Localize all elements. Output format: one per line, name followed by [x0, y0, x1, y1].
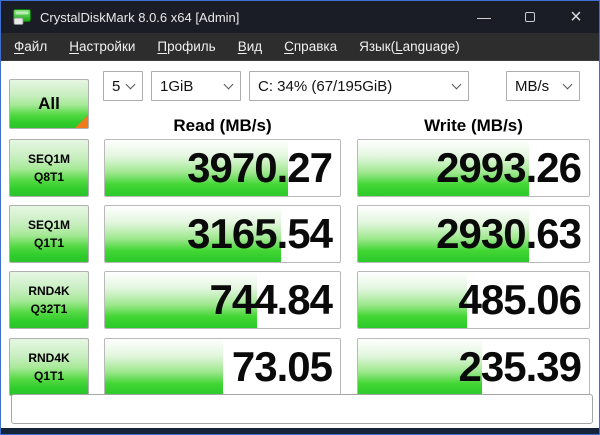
menu-language[interactable]: Язык(Language) — [348, 34, 471, 59]
window-title: CrystalDiskMark 8.0.6 x64 [Admin] — [40, 10, 461, 25]
corner-fold-icon — [75, 115, 88, 128]
result-cell-rnd4k-q1t1-write[interactable]: 235.39 — [357, 338, 590, 396]
menu-bar: Файл Настройки Профиль Вид Справка Язык(… — [1, 33, 599, 61]
test-button-rnd4k-q32t1[interactable]: RND4K Q32T1 — [9, 271, 89, 329]
score-value: 3970.27 — [187, 140, 332, 196]
chevron-down-icon — [224, 80, 234, 90]
maximize-icon — [525, 12, 535, 22]
test-button-seq1m-q8t1[interactable]: SEQ1M Q8T1 — [9, 139, 89, 197]
read-column-header: Read (MB/s) — [104, 113, 341, 139]
main-content: All 5 1GiB C: 34% (67/195GiB) MB/s Read … — [1, 61, 599, 428]
result-cell-seq1m-q8t1-write[interactable]: 2993.26 — [357, 139, 590, 197]
score-value: 3165.54 — [187, 206, 332, 262]
result-cell-rnd4k-q32t1-read[interactable]: 744.84 — [104, 271, 341, 329]
result-cell-seq1m-q8t1-read[interactable]: 3970.27 — [104, 139, 341, 197]
test-button-seq1m-q1t1[interactable]: SEQ1M Q1T1 — [9, 205, 89, 263]
app-logo-icon — [12, 8, 32, 26]
chevron-down-icon — [126, 80, 136, 90]
window-bottom-edge — [1, 428, 599, 434]
menu-view[interactable]: Вид — [227, 34, 273, 59]
result-cell-seq1m-q1t1-read[interactable]: 3165.54 — [104, 205, 341, 263]
menu-profile[interactable]: Профиль — [146, 34, 226, 59]
menu-settings[interactable]: Настройки — [58, 34, 146, 59]
test-count-select[interactable]: 5 — [103, 71, 143, 101]
score-value: 235.39 — [459, 339, 581, 395]
maximize-button[interactable] — [507, 1, 553, 33]
chevron-down-icon — [563, 80, 573, 90]
test-button-rnd4k-q1t1[interactable]: RND4K Q1T1 — [9, 338, 89, 396]
result-cell-rnd4k-q32t1-write[interactable]: 485.06 — [357, 271, 590, 329]
score-value: 744.84 — [210, 272, 332, 328]
unit-select[interactable]: MB/s — [506, 71, 580, 101]
run-all-label: All — [38, 94, 60, 114]
score-value: 485.06 — [459, 272, 581, 328]
app-window: CrystalDiskMark 8.0.6 x64 [Admin] — × Фа… — [0, 0, 600, 435]
score-value: 2930.63 — [436, 206, 581, 262]
write-column-header: Write (MB/s) — [357, 113, 590, 139]
chevron-down-icon — [452, 80, 462, 90]
result-cell-rnd4k-q1t1-read[interactable]: 73.05 — [104, 338, 341, 396]
target-drive-select[interactable]: C: 34% (67/195GiB) — [249, 71, 469, 101]
title-bar: CrystalDiskMark 8.0.6 x64 [Admin] — × — [1, 1, 599, 33]
minimize-button[interactable]: — — [461, 1, 507, 33]
comment-input[interactable] — [11, 394, 593, 424]
menu-file[interactable]: Файл — [3, 34, 58, 59]
test-size-select[interactable]: 1GiB — [151, 71, 241, 101]
score-value: 73.05 — [232, 339, 332, 395]
score-bar — [105, 339, 223, 395]
result-cell-seq1m-q1t1-write[interactable]: 2930.63 — [357, 205, 590, 263]
score-value: 2993.26 — [436, 140, 581, 196]
score-bar — [358, 272, 467, 328]
menu-help[interactable]: Справка — [273, 34, 348, 59]
close-button[interactable]: × — [553, 1, 599, 33]
run-all-button[interactable]: All — [9, 79, 89, 129]
